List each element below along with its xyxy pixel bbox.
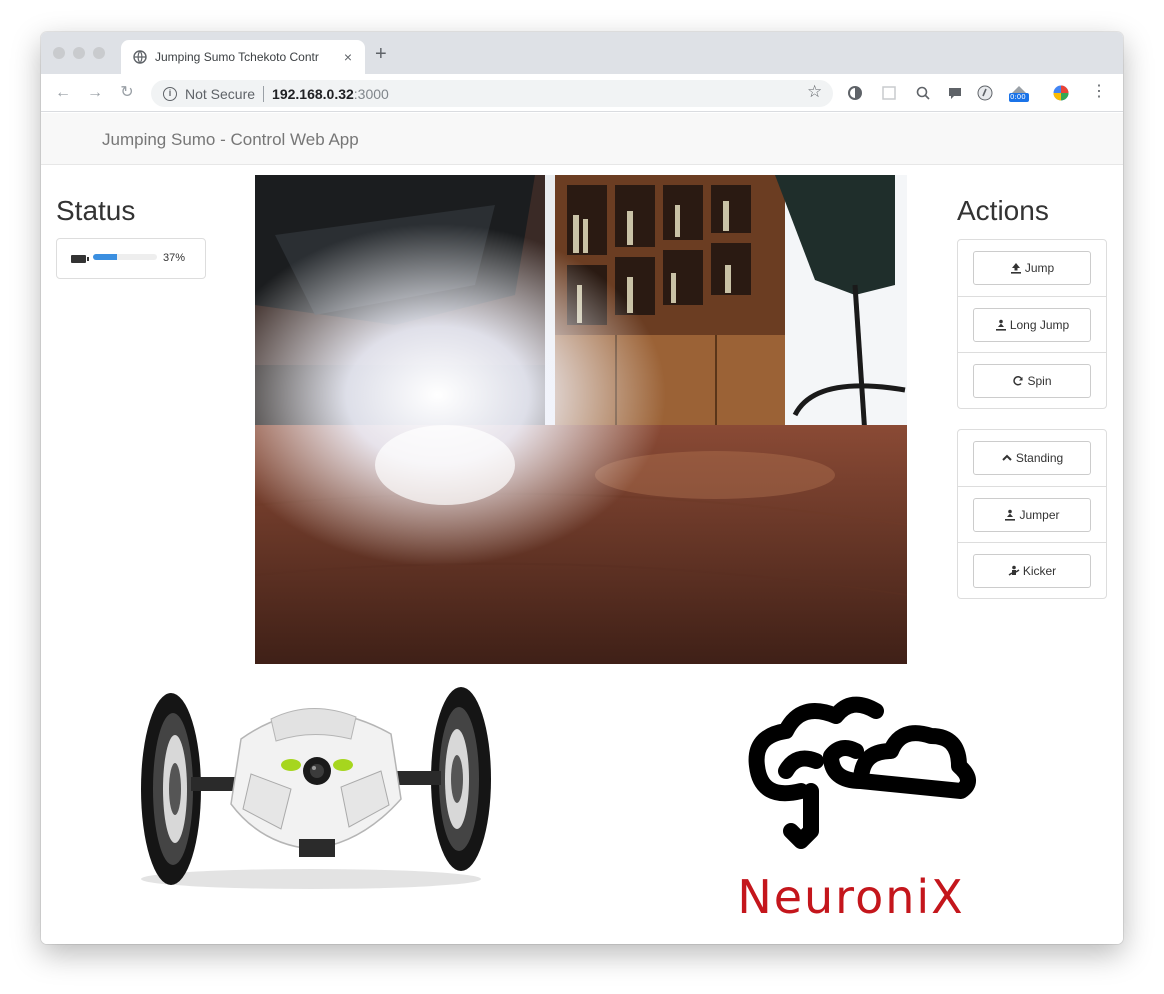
action-row: Kicker xyxy=(958,542,1106,598)
address-bar[interactable]: i Not Secure 192.168.0.32:3000 xyxy=(151,80,833,107)
jump-button[interactable]: Jump xyxy=(973,251,1091,285)
battery-percent: 37% xyxy=(163,252,186,264)
action-row: Standing xyxy=(958,430,1106,486)
info-icon[interactable]: i xyxy=(163,86,177,101)
close-tab-icon[interactable]: × xyxy=(341,49,355,65)
profile-avatar-icon[interactable] xyxy=(1053,85,1069,101)
upload-icon xyxy=(1010,263,1021,274)
kicker-icon xyxy=(1008,565,1020,576)
bookmark-star-icon[interactable]: ☆ xyxy=(807,83,822,100)
close-window-button[interactable] xyxy=(53,47,65,59)
app-brand[interactable]: Jumping Sumo - Control Web App xyxy=(102,130,359,150)
standing-label: Standing xyxy=(1015,451,1064,465)
browser-tab[interactable]: Jumping Sumo Tchekoto Contr × xyxy=(121,40,365,74)
jump-label: Jump xyxy=(1024,261,1055,275)
actions-heading: Actions xyxy=(957,195,1049,226)
forward-button[interactable]: → xyxy=(85,83,105,103)
logo-text: NeuroniX xyxy=(737,870,964,924)
battery-progress-fill xyxy=(93,254,117,260)
action-row: Long Jump xyxy=(958,296,1106,352)
minimize-window-button[interactable] xyxy=(73,47,85,59)
standing-button[interactable]: Standing xyxy=(973,441,1091,475)
url-host: 192.168.0.32 xyxy=(272,85,354,102)
status-panel: 37% xyxy=(56,238,206,279)
camera-frame-image xyxy=(255,175,907,664)
app-navbar: Jumping Sumo - Control Web App xyxy=(41,113,1123,165)
spin-label: Spin xyxy=(1027,374,1052,388)
extension-search-icon[interactable] xyxy=(915,85,931,101)
kicker-button[interactable]: Kicker xyxy=(973,554,1091,588)
status-heading: Status xyxy=(56,195,136,226)
page-content: Jumping Sumo - Control Web App Status 37… xyxy=(41,113,1123,944)
actions-group-postures: Standing Jumper Kicker xyxy=(957,429,1107,599)
chevron-up-icon xyxy=(1002,454,1012,461)
security-label: Not Secure xyxy=(185,85,256,102)
person-jump-icon xyxy=(1005,509,1016,521)
long-jump-label: Long Jump xyxy=(1009,318,1070,332)
action-row: Jump xyxy=(958,240,1106,296)
extension-badge-text: 0:00 xyxy=(1010,93,1026,101)
neuronix-logo: NeuroniX xyxy=(737,696,976,924)
refresh-icon xyxy=(1013,376,1024,386)
reload-button[interactable]: ↻ xyxy=(117,83,137,103)
extension-timer-icon[interactable]: 0:00 xyxy=(1007,84,1031,102)
spin-button[interactable]: Spin xyxy=(973,364,1091,398)
long-jump-button[interactable]: Long Jump xyxy=(973,308,1091,342)
extension-chat-icon[interactable] xyxy=(947,85,963,101)
extension-badge-icon[interactable] xyxy=(977,85,993,101)
action-row: Spin xyxy=(958,352,1106,408)
action-row: Jumper xyxy=(958,486,1106,542)
kicker-label: Kicker xyxy=(1022,564,1057,578)
extension-square-icon[interactable] xyxy=(881,85,897,101)
tab-title: Jumping Sumo Tchekoto Contr xyxy=(155,50,319,64)
more-menu-icon[interactable]: ⋮ xyxy=(1091,83,1107,101)
battery-icon xyxy=(71,255,89,263)
robot-image xyxy=(141,687,491,889)
camera-video-feed xyxy=(255,175,907,664)
extension-circle-icon[interactable] xyxy=(847,85,863,101)
url-port: :3000 xyxy=(353,85,389,102)
battery-progress-bar xyxy=(93,254,157,260)
tab-strip: Jumping Sumo Tchekoto Contr × + xyxy=(41,32,1123,74)
globe-icon xyxy=(133,50,147,64)
maximize-window-button[interactable] xyxy=(93,47,105,59)
browser-window: Jumping Sumo Tchekoto Contr × + ← → ↻ i … xyxy=(41,32,1123,944)
back-button[interactable]: ← xyxy=(53,83,73,103)
address-toolbar: ← → ↻ i Not Secure 192.168.0.32:3000 ☆ xyxy=(41,74,1123,112)
jumper-label: Jumper xyxy=(1019,508,1060,522)
address-separator xyxy=(263,85,265,102)
person-jump-icon xyxy=(995,319,1006,331)
actions-group-moves: Jump Long Jump Spin xyxy=(957,239,1107,409)
new-tab-button[interactable]: + xyxy=(375,44,387,64)
jumper-button[interactable]: Jumper xyxy=(973,498,1091,532)
